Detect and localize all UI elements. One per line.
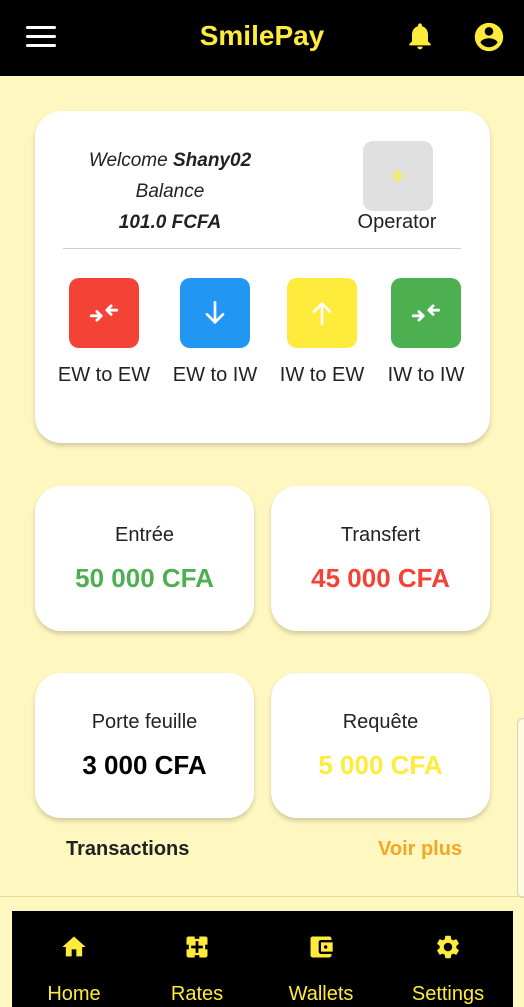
action-label: IW to EW xyxy=(279,364,365,386)
nav-label: Settings xyxy=(411,983,485,1005)
action-iw-to-ew[interactable]: IW to EW xyxy=(267,278,377,387)
transactions-title: Transactions xyxy=(66,838,190,860)
swap-arrows-icon xyxy=(69,278,139,348)
stat-card-requete[interactable]: Requête 5 000 CFA xyxy=(271,673,490,818)
see-more-link[interactable]: Voir plus xyxy=(378,838,462,861)
stat-card-porte-feuille[interactable]: Porte feuille 3 000 CFA xyxy=(35,673,254,818)
stat-value: 3 000 CFA xyxy=(82,750,207,780)
action-ew-to-ew[interactable]: EW to EW xyxy=(49,278,159,387)
nav-label: Wallets xyxy=(288,983,354,1005)
app-title: SmilePay xyxy=(199,20,325,51)
arrow-down-icon xyxy=(180,278,250,348)
scrollbar[interactable] xyxy=(517,718,524,898)
action-label: IW to IW xyxy=(387,364,465,386)
stat-value: 50 000 CFA xyxy=(75,563,214,593)
arrow-up-icon xyxy=(287,278,357,348)
username: Shany02 xyxy=(172,150,252,171)
stat-card-transfert[interactable]: Transfert 45 000 CFA xyxy=(271,486,490,631)
account-circle-icon[interactable] xyxy=(472,20,506,54)
bottom-navigation: Home Rates Wallets Settings xyxy=(12,911,513,1007)
balance-value: 101.0 FCFA xyxy=(118,212,222,233)
nav-wallets[interactable]: Wallets xyxy=(266,911,376,1007)
stat-label: Transfert xyxy=(340,524,421,546)
action-label: EW to EW xyxy=(57,364,151,386)
gear-icon xyxy=(437,935,459,959)
action-label: EW to IW xyxy=(172,364,258,386)
nav-rates[interactable]: Rates xyxy=(142,911,252,1007)
nav-label: Rates xyxy=(170,983,224,1005)
divider xyxy=(63,248,461,249)
nav-settings[interactable]: Settings xyxy=(393,911,503,1007)
app-bar: SmilePay xyxy=(0,0,524,76)
stat-card-entree[interactable]: Entrée 50 000 CFA xyxy=(35,486,254,631)
operator-label: Operator xyxy=(357,211,437,233)
rates-icon xyxy=(186,936,208,958)
home-icon xyxy=(62,936,86,957)
stat-value: 45 000 CFA xyxy=(311,563,450,593)
wallet-icon xyxy=(310,936,333,958)
nav-label: Home xyxy=(47,983,101,1005)
divider xyxy=(0,896,524,897)
transactions-header: Transactions Voir plus xyxy=(0,838,524,868)
menu-icon[interactable] xyxy=(26,26,56,50)
nav-home[interactable]: Home xyxy=(19,911,129,1007)
welcome-prefix: Welcome xyxy=(88,150,168,171)
swap-arrows-icon xyxy=(391,278,461,348)
bell-icon[interactable] xyxy=(404,20,436,52)
action-ew-to-iw[interactable]: EW to IW xyxy=(160,278,270,387)
balance-label: Balance xyxy=(135,181,205,202)
plus-icon xyxy=(390,168,406,184)
welcome-card: Welcome Shany02 Balance 101.0 FCFA Opera… xyxy=(35,111,490,443)
stat-label: Porte feuille xyxy=(91,711,198,733)
stat-value: 5 000 CFA xyxy=(318,750,443,780)
stat-label: Entrée xyxy=(115,524,174,546)
welcome-block: Welcome Shany02 Balance 101.0 FCFA xyxy=(65,145,275,238)
stat-label: Requête xyxy=(342,711,419,733)
action-iw-to-iw[interactable]: IW to IW xyxy=(371,278,481,387)
operator-button[interactable] xyxy=(363,141,433,211)
